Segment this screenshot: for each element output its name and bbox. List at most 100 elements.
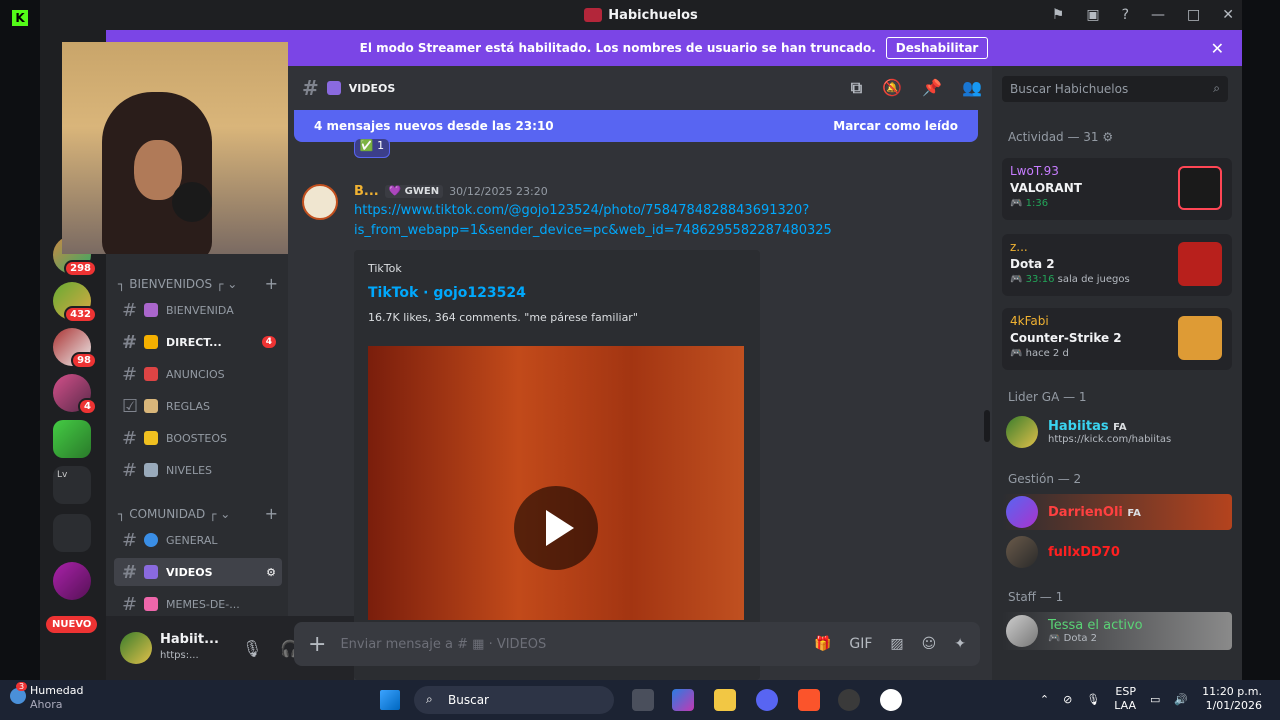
member-list: Buscar Habichuelos ⌕ Actividad — 31 ⚙ Lwo… [992, 66, 1242, 680]
gift-icon[interactable]: 🎁 [814, 636, 831, 652]
kick-icon: K [12, 10, 28, 26]
gestion-header: Gestión — 2 [1008, 472, 1082, 486]
weather-widget[interactable]: Humedad Ahora [30, 684, 83, 712]
channel-reglas[interactable]: ☑ REGLAS [114, 392, 282, 420]
reaction-check[interactable]: ✅ 1 [354, 138, 390, 158]
server-folder-2[interactable] [53, 514, 91, 552]
member-item[interactable]: DarrienOli FA [1002, 494, 1232, 530]
play-icon[interactable] [514, 486, 598, 570]
channel-niveles[interactable]: # NIVELES [114, 456, 282, 484]
channel-header: # VIDEOS ⧉ 🔕 📌 👥 [302, 76, 982, 100]
embed-title[interactable]: TikTok · gojo123524 [368, 285, 746, 301]
link-embed: TikTok TikTok · gojo123524 16.7K likes, … [354, 250, 760, 680]
activity-card[interactable]: LwoT.93 VALORANT 🎮 1:36 [1002, 158, 1232, 220]
server-icon-5[interactable] [53, 420, 91, 458]
network-icon[interactable]: ▭ [1150, 693, 1160, 706]
channel-direct[interactable]: # DIRECT... 4 [114, 328, 282, 356]
clapper-icon [144, 565, 158, 579]
member-item[interactable]: fullxDD70 [1002, 534, 1232, 570]
webcam-overlay [62, 42, 288, 254]
username: Habiit... [160, 632, 219, 647]
activity-card[interactable]: z... Dota 2 🎮 33:16 sala de juegos [1002, 234, 1232, 296]
channel-general[interactable]: # GENERAL [114, 526, 282, 554]
scrollbar[interactable] [984, 410, 990, 442]
scroll-icon [144, 399, 158, 413]
sticker-icon[interactable]: ▨ [890, 636, 903, 652]
maximize-button[interactable]: □ [1187, 7, 1200, 23]
channel-videos[interactable]: # VIDEOS ⚙ [114, 558, 282, 586]
window-title: Habichuelos [584, 8, 698, 23]
channel-boosteos[interactable]: # BOOSTEOS [114, 424, 282, 452]
category-comunidad[interactable]: ┐ COMUNIDAD ┌ ⌄ + [118, 504, 278, 523]
start-button[interactable] [380, 690, 400, 710]
inbox-icon[interactable]: ▣ [1086, 7, 1099, 23]
member-item[interactable]: Habiitas FA https://kick.com/habiitas [1002, 414, 1232, 450]
embed-video[interactable] [368, 346, 744, 620]
server-icon-2[interactable]: 432 [53, 282, 97, 323]
obs-icon[interactable] [838, 689, 860, 711]
volume-icon[interactable]: 🔊 [1174, 693, 1188, 706]
castle-icon [144, 597, 158, 611]
search-icon: ⌕ [1213, 81, 1220, 95]
microphone-icon[interactable]: 🎙 [1086, 693, 1100, 706]
mark-read-button[interactable]: Marcar como leído [833, 119, 958, 133]
clock[interactable]: 11:20 p.m. 1/01/2026 [1202, 685, 1262, 713]
avatar[interactable] [120, 632, 152, 664]
server-icon-4[interactable]: 4 [53, 374, 97, 415]
network-off-icon[interactable]: ⊘ [1063, 693, 1072, 706]
channel-memes[interactable]: # MEMES-DE-... [114, 590, 282, 618]
category-bienvenidos[interactable]: ┐ BIENVENIDOS ┌ ⌄ + [118, 274, 278, 293]
notifications-icon[interactable]: 🔕 [882, 78, 902, 98]
party-icon [144, 303, 158, 317]
disable-streamer-button[interactable]: Deshabilitar [885, 37, 989, 59]
threads-icon[interactable]: ⧉ [851, 78, 862, 98]
flag-icon[interactable]: ⚑ [1052, 7, 1065, 23]
channel-anuncios[interactable]: # ANUNCIOS [114, 360, 282, 388]
pin-icon[interactable]: 📌 [922, 78, 942, 98]
server-folder[interactable]: Lv [53, 466, 91, 504]
search-input[interactable]: Buscar Habichuelos ⌕ [1002, 76, 1228, 102]
close-button[interactable]: ✕ [1222, 7, 1234, 23]
activity-card[interactable]: 4kFabi Counter-Strike 2 🎮 hace 2 d [1002, 308, 1232, 370]
brave-icon[interactable] [798, 689, 820, 711]
taskbar-search[interactable]: ⌕ Buscar [414, 686, 614, 714]
author-avatar[interactable] [302, 184, 338, 220]
m365-icon[interactable] [672, 689, 694, 711]
app-icon[interactable] [880, 689, 902, 711]
language-indicator[interactable]: ESP LAA [1114, 685, 1136, 713]
chat-area: # VIDEOS ⧉ 🔕 📌 👥 4 mensajes nuevos desde… [288, 66, 992, 680]
author-name[interactable]: B... [354, 184, 379, 199]
background-app-right [1242, 0, 1280, 680]
microphone-prop [172, 182, 212, 222]
task-view-icon[interactable] [632, 689, 654, 711]
server-icon-6[interactable] [53, 562, 91, 600]
server-icon-3[interactable]: 98 [53, 328, 97, 369]
hash-icon: # [302, 76, 319, 100]
settings-icon[interactable]: ⚙ [266, 566, 276, 579]
discord-icon[interactable] [756, 689, 778, 711]
new-messages-bar[interactable]: 4 mensajes nuevos desde las 23:10 Marcar… [294, 110, 978, 142]
minimize-button[interactable]: — [1151, 7, 1165, 23]
attach-icon[interactable]: + [308, 632, 326, 657]
gif-icon[interactable]: GIF [849, 636, 872, 652]
close-banner-icon[interactable]: ✕ [1211, 39, 1224, 58]
members-icon[interactable]: 👥 [962, 78, 982, 98]
message-composer[interactable]: + Enviar mensaje a # ▦ · VIDEOS 🎁 GIF ▨ … [294, 622, 980, 666]
megaphone-icon [144, 367, 158, 381]
add-channel-icon[interactable]: + [265, 274, 278, 293]
file-explorer-icon[interactable] [714, 689, 736, 711]
avatar [1006, 615, 1038, 647]
background-app-left: K [0, 0, 40, 680]
clapper-icon [326, 81, 341, 95]
apps-icon[interactable]: ✦ [954, 636, 966, 652]
timestamp: 30/12/2025 23:20 [449, 185, 548, 198]
channel-bienvenida[interactable]: # BIENVENIDA [114, 296, 282, 324]
member-item[interactable]: Tessa el activo 🎮 Dota 2 [1002, 612, 1232, 650]
microphone-icon[interactable]: 🎙 [242, 639, 262, 658]
message-link[interactable]: https://www.tiktok.com/@gojo123524/photo… [354, 201, 974, 241]
help-icon[interactable]: ? [1122, 7, 1129, 23]
user-status: https:... [160, 650, 199, 661]
add-channel-icon[interactable]: + [265, 504, 278, 523]
chevron-up-icon[interactable]: ⌃ [1040, 693, 1049, 706]
emoji-icon[interactable]: ☺ [922, 636, 937, 652]
